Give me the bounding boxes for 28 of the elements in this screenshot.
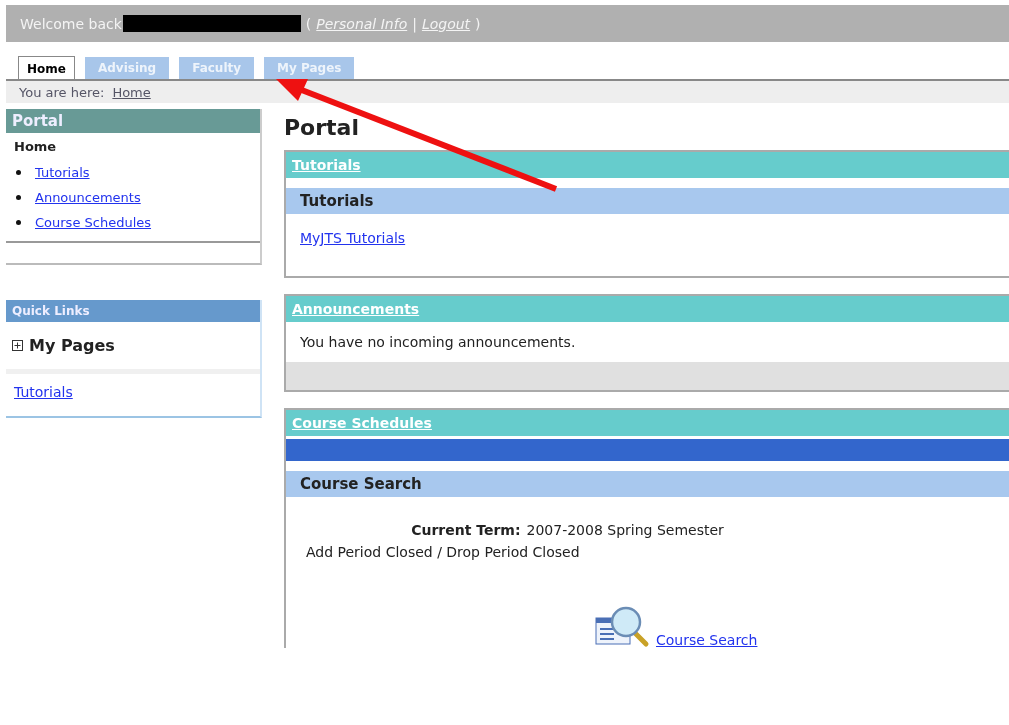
page-title: Portal [284,115,360,140]
status-text: Add Period Closed / Drop Period Closed [305,543,581,562]
term-label: Current Term: [411,522,521,538]
bullet-icon [16,220,21,225]
tutorials-link[interactable]: MyJTS Tutorials [300,230,406,246]
sidebar-link[interactable]: Announcements [35,190,141,205]
welcome-text: Welcome back [20,15,122,32]
bullet-icon [16,195,21,200]
breadcrumb-link[interactable]: Home [112,84,151,100]
quick-link[interactable]: Tutorials [14,384,73,400]
section-heading: Course Search [286,471,1009,497]
term-value: 2007-2008 Spring Semester [526,522,724,538]
expand-icon[interactable] [12,340,23,351]
separator-text: | [412,15,417,32]
message-text: You have no incoming announcements. [299,333,577,352]
section-heading: Tutorials [286,188,1009,214]
nav-heading: Home [13,138,58,156]
group-label[interactable]: My Pages [29,336,115,355]
panel-title: Portal [6,109,260,133]
panel-title: Quick Links [6,300,260,322]
bracket-text: ( [305,15,312,32]
bullet-icon [16,170,21,175]
course-search-link[interactable]: Course Search [656,632,758,648]
breadcrumb-label: You are here: [19,84,105,100]
nav-tab[interactable]: Home [18,56,75,79]
sidebar-link[interactable]: Course Schedules [35,215,152,230]
bracket-text: ) [475,15,481,32]
sidebar-link[interactable]: Tutorials [35,165,90,180]
